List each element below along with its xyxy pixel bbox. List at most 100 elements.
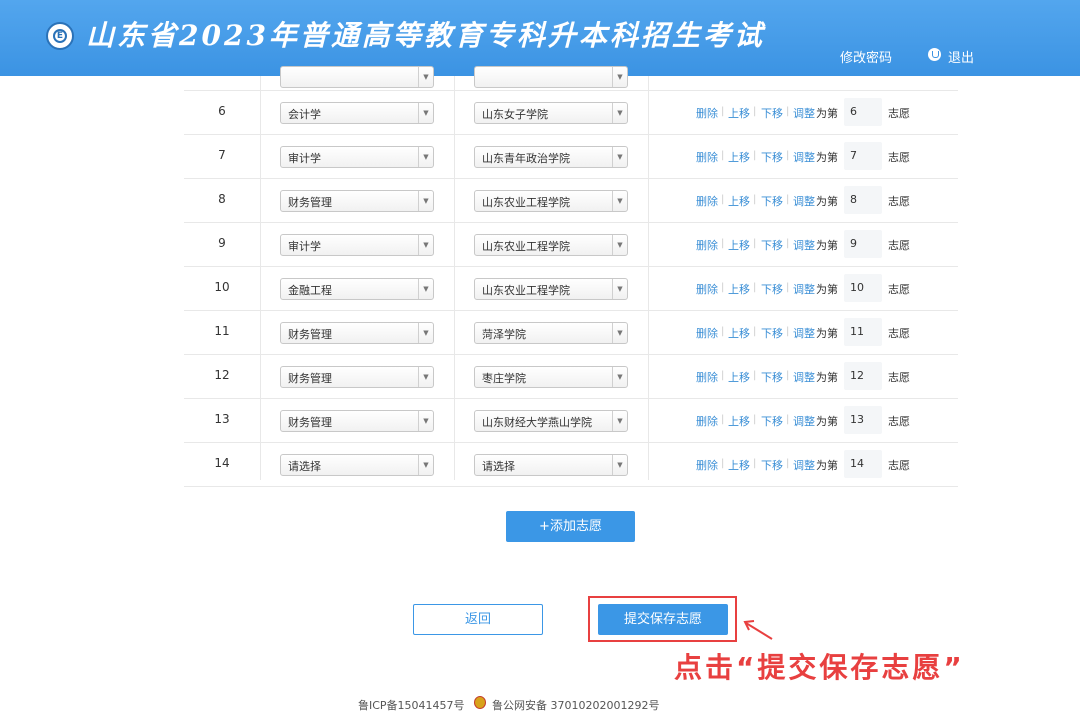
callout-arrow-icon — [743, 620, 773, 640]
rank-input[interactable]: 13 — [844, 406, 882, 434]
major-select[interactable]: ▼ — [280, 66, 434, 88]
school-select[interactable]: 山东农业工程学院 ▼ — [474, 190, 628, 212]
dropdown-arrow-icon: ▼ — [612, 103, 627, 123]
move-up-link[interactable]: 上移 — [728, 413, 750, 429]
school-select[interactable]: 枣庄学院 ▼ — [474, 366, 628, 388]
school-select[interactable]: 山东农业工程学院 ▼ — [474, 234, 628, 256]
delete-link[interactable]: 删除 — [696, 413, 718, 429]
rank-input[interactable]: 8 — [844, 186, 882, 214]
dropdown-arrow-icon: ▼ — [612, 323, 627, 343]
major-select[interactable]: 财务管理 ▼ — [280, 410, 434, 432]
move-down-link[interactable]: 下移 — [761, 149, 783, 165]
link-separator: | — [786, 370, 790, 381]
rank-input[interactable]: 12 — [844, 362, 882, 390]
adjust-link[interactable]: 调整 — [793, 281, 815, 297]
logout-link[interactable]: 退出 — [948, 47, 974, 66]
school-select[interactable]: 请选择 ▼ — [474, 454, 628, 476]
major-select[interactable]: 金融工程 ▼ — [280, 278, 434, 300]
rank-input[interactable]: 9 — [844, 230, 882, 258]
major-select[interactable]: 财务管理 ▼ — [280, 190, 434, 212]
move-down-link[interactable]: 下移 — [761, 413, 783, 429]
delete-link[interactable]: 删除 — [696, 149, 718, 165]
move-down-link[interactable]: 下移 — [761, 325, 783, 341]
adjust-link[interactable]: 调整 — [793, 369, 815, 385]
major-select[interactable]: 审计学 ▼ — [280, 234, 434, 256]
back-button[interactable]: 返回 — [413, 604, 543, 635]
table-row: 12 财务管理 ▼ 枣庄学院 ▼ 删除 | 上移 | 下移 | 调整 为第 12 志愿 — [184, 355, 958, 399]
move-up-link[interactable]: 上移 — [728, 105, 750, 121]
rank-prefix: 为第 — [816, 283, 838, 296]
school-select[interactable]: 山东农业工程学院 ▼ — [474, 278, 628, 300]
move-down-link[interactable]: 下移 — [761, 105, 783, 121]
move-down-link[interactable]: 下移 — [761, 457, 783, 473]
delete-link[interactable]: 删除 — [696, 105, 718, 121]
link-separator: | — [786, 238, 790, 249]
major-select[interactable]: 请选择 ▼ — [280, 454, 434, 476]
delete-link[interactable]: 删除 — [696, 457, 718, 473]
delete-link[interactable]: 删除 — [696, 281, 718, 297]
major-value: 财务管理 — [288, 372, 332, 385]
dropdown-arrow-icon: ▼ — [418, 367, 433, 387]
adjust-link[interactable]: 调整 — [793, 457, 815, 473]
school-value: 枣庄学院 — [482, 372, 526, 385]
rank-input[interactable]: 11 — [844, 318, 882, 346]
dropdown-arrow-icon: ▼ — [418, 323, 433, 343]
table-row: 11 财务管理 ▼ 菏泽学院 ▼ 删除 | 上移 | 下移 | 调整 为第 11 志愿 — [184, 311, 958, 355]
add-choice-button[interactable]: +添加志愿 — [506, 511, 635, 542]
dropdown-arrow-icon: ▼ — [612, 411, 627, 431]
link-separator: | — [721, 282, 725, 293]
rank-input[interactable]: 7 — [844, 142, 882, 170]
rank-input[interactable]: 10 — [844, 274, 882, 302]
move-up-link[interactable]: 上移 — [728, 281, 750, 297]
move-up-link[interactable]: 上移 — [728, 149, 750, 165]
choice-suffix: 志愿 — [888, 283, 910, 296]
major-select[interactable]: 财务管理 ▼ — [280, 322, 434, 344]
move-down-link[interactable]: 下移 — [761, 369, 783, 385]
major-value: 金融工程 — [288, 284, 332, 297]
school-select[interactable]: 山东女子学院 ▼ — [474, 102, 628, 124]
school-select[interactable]: 山东青年政治学院 ▼ — [474, 146, 628, 168]
dropdown-arrow-icon: ▼ — [612, 279, 627, 299]
school-value: 请选择 — [482, 460, 515, 473]
link-separator: | — [786, 326, 790, 337]
choice-suffix: 志愿 — [888, 239, 910, 252]
annotation-text: 点击“提交保存志愿” — [674, 651, 965, 684]
adjust-link[interactable]: 调整 — [793, 237, 815, 253]
footer-police: 鲁公网安备 37010202001292号 — [492, 699, 660, 712]
adjust-link[interactable]: 调整 — [793, 105, 815, 121]
delete-link[interactable]: 删除 — [696, 237, 718, 253]
move-down-link[interactable]: 下移 — [761, 281, 783, 297]
school-select[interactable]: 山东财经大学燕山学院 ▼ — [474, 410, 628, 432]
delete-link[interactable]: 删除 — [696, 325, 718, 341]
delete-link[interactable]: 删除 — [696, 193, 718, 209]
major-select[interactable]: 审计学 ▼ — [280, 146, 434, 168]
move-up-link[interactable]: 上移 — [728, 369, 750, 385]
major-select[interactable]: 会计学 ▼ — [280, 102, 434, 124]
school-select[interactable]: 菏泽学院 ▼ — [474, 322, 628, 344]
major-select[interactable]: 财务管理 ▼ — [280, 366, 434, 388]
move-up-link[interactable]: 上移 — [728, 457, 750, 473]
change-password-link[interactable]: 修改密码 — [840, 47, 892, 66]
rank-input[interactable]: 14 — [844, 450, 882, 478]
row-number: 12 — [214, 368, 230, 382]
major-value: 审计学 — [288, 152, 321, 165]
adjust-link[interactable]: 调整 — [793, 413, 815, 429]
school-select[interactable]: ▼ — [474, 66, 628, 88]
delete-link[interactable]: 删除 — [696, 369, 718, 385]
row-number: 7 — [218, 148, 226, 162]
rank-input[interactable]: 6 — [844, 98, 882, 126]
choice-suffix: 志愿 — [888, 371, 910, 384]
logout-icon[interactable] — [928, 48, 941, 61]
link-separator: | — [753, 282, 757, 293]
link-separator: | — [721, 370, 725, 381]
move-down-link[interactable]: 下移 — [761, 193, 783, 209]
move-up-link[interactable]: 上移 — [728, 193, 750, 209]
table-row: 13 财务管理 ▼ 山东财经大学燕山学院 ▼ 删除 | 上移 | 下移 | 调整 为第 13 志愿 — [184, 399, 958, 443]
move-up-link[interactable]: 上移 — [728, 237, 750, 253]
adjust-link[interactable]: 调整 — [793, 325, 815, 341]
move-up-link[interactable]: 上移 — [728, 325, 750, 341]
adjust-link[interactable]: 调整 — [793, 149, 815, 165]
adjust-link[interactable]: 调整 — [793, 193, 815, 209]
move-down-link[interactable]: 下移 — [761, 237, 783, 253]
major-value: 审计学 — [288, 240, 321, 253]
